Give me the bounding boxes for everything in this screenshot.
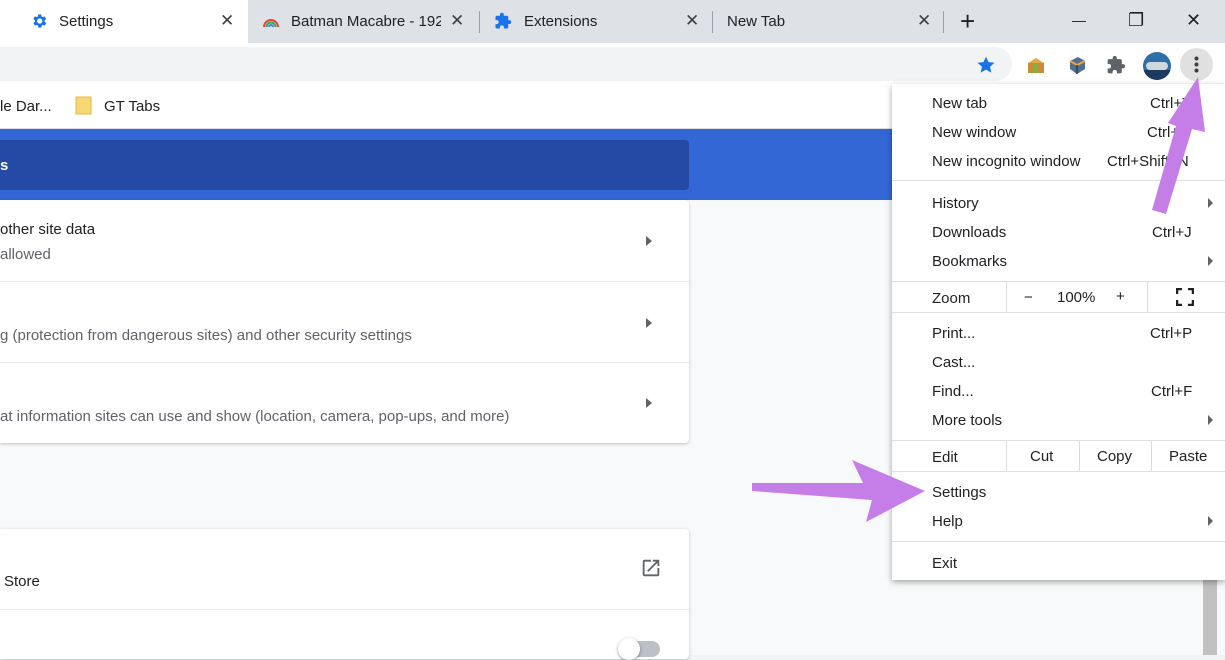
menu-item-history[interactable]: History (932, 195, 979, 212)
submenu-arrow-icon (1208, 516, 1213, 526)
chrome-menu-button[interactable] (1180, 48, 1213, 81)
avatar-image-base (1143, 70, 1171, 80)
row-title: other site data (0, 221, 96, 238)
store-row[interactable]: Store (0, 529, 689, 609)
address-bar[interactable] (0, 47, 1012, 81)
new-tab-button[interactable]: + (960, 6, 975, 36)
menu-item-new-incognito-window[interactable]: New incognito window (932, 153, 1080, 170)
menu-shortcut: Ctrl+Shift+N (1107, 153, 1189, 170)
settings-search-bar[interactable] (0, 140, 689, 190)
avatar-image (1146, 62, 1168, 70)
edit-label: Edit (932, 449, 958, 466)
cell-divider (1079, 441, 1081, 471)
toggle-knob (618, 638, 640, 660)
cell-divider (1151, 441, 1153, 471)
restore-button[interactable]: ❐ (1128, 8, 1144, 32)
tab-extensions[interactable]: Extensions ✕ (480, 0, 713, 43)
close-tab-icon[interactable]: ✕ (685, 10, 699, 32)
site-settings-row[interactable]: at information sites can use and show (l… (0, 363, 689, 443)
cell-divider (1006, 282, 1008, 312)
menu-item-new-tab[interactable]: New tab (932, 95, 987, 112)
submenu-arrow-icon (1208, 198, 1213, 208)
menu-item-exit[interactable]: Exit (932, 555, 957, 572)
folder-icon (75, 96, 92, 115)
cut-button[interactable]: Cut (1030, 448, 1053, 465)
window-close-button[interactable]: ✕ (1186, 8, 1201, 32)
row-subtitle: g (protection from dangerous sites) and … (0, 327, 412, 344)
menu-shortcut: Ctrl+T (1150, 95, 1192, 112)
tab-title: Extensions (524, 13, 598, 30)
menu-shortcut: Ctrl+J (1152, 224, 1192, 241)
menu-item-new-window[interactable]: New window (932, 124, 1016, 141)
chevron-right-icon (646, 318, 652, 328)
three-dots-icon (1194, 56, 1199, 73)
menu-separator (892, 312, 1225, 313)
tab-title: Settings (59, 13, 114, 30)
divider (0, 609, 689, 610)
extensions-puzzle-icon[interactable] (1106, 55, 1126, 75)
bookmark-item[interactable]: le Dar... (0, 98, 52, 115)
menu-item-downloads[interactable]: Downloads (932, 224, 1006, 241)
gear-icon (33, 14, 47, 28)
menu-shortcut: Ctrl+N (1147, 124, 1190, 141)
store-row-label: Store (4, 573, 40, 590)
copy-button[interactable]: Copy (1097, 448, 1132, 465)
tab-separator (943, 11, 944, 33)
submenu-arrow-icon (1208, 415, 1213, 425)
close-tab-icon[interactable]: ✕ (450, 10, 464, 32)
bookmark-folder-gt-tabs[interactable]: GT Tabs (104, 98, 160, 115)
cell-divider (1006, 441, 1008, 471)
menu-item-find[interactable]: Find... (932, 383, 974, 400)
zoom-level: 100% (1057, 289, 1096, 306)
fullscreen-icon[interactable] (1176, 288, 1194, 306)
tab-title: Batman Macabre - 192 (291, 13, 441, 30)
menu-separator (892, 180, 1225, 181)
menu-separator (892, 541, 1225, 542)
close-tab-icon[interactable]: ✕ (220, 10, 234, 32)
menu-item-bookmarks[interactable]: Bookmarks (932, 253, 1007, 270)
extension-cube-icon[interactable] (1066, 54, 1088, 76)
menu-shortcut: Ctrl+P (1150, 325, 1193, 342)
privacy-card: other site data allowed g (protection fr… (0, 200, 689, 443)
menu-item-print[interactable]: Print... (932, 325, 975, 342)
appearance-card: Store (0, 529, 689, 660)
rainbow-favicon-icon (263, 19, 279, 28)
cookies-row[interactable]: other site data allowed (0, 200, 689, 281)
zoom-row: Zoom − 100% + (892, 282, 1225, 312)
tab-settings[interactable]: Settings ✕ (0, 0, 248, 43)
chevron-right-icon (646, 398, 652, 408)
security-row[interactable]: g (protection from dangerous sites) and … (0, 282, 689, 362)
close-tab-icon[interactable]: ✕ (917, 10, 931, 32)
menu-item-more-tools[interactable]: More tools (932, 412, 1002, 429)
minimize-button[interactable]: — (1072, 8, 1086, 32)
open-external-icon[interactable] (640, 557, 662, 579)
row-subtitle: allowed (0, 246, 51, 263)
menu-item-help[interactable]: Help (932, 513, 963, 530)
bookmark-star-icon[interactable] (976, 55, 996, 75)
tab-title: New Tab (727, 13, 786, 30)
zoom-label: Zoom (932, 290, 971, 307)
zoom-out-button[interactable]: − (1024, 289, 1033, 306)
settings-search-text: s (0, 157, 9, 174)
page-scrollbar[interactable] (1203, 580, 1217, 655)
menu-item-cast[interactable]: Cast... (932, 354, 975, 371)
chevron-right-icon (646, 236, 652, 246)
zoom-in-button[interactable]: + (1116, 288, 1125, 305)
tab-batman-macabre[interactable]: Batman Macabre - 192 ✕ (248, 0, 480, 43)
puzzle-icon (495, 12, 512, 29)
extension-box-icon[interactable] (1025, 54, 1047, 76)
cell-divider (1147, 282, 1149, 312)
paste-button[interactable]: Paste (1169, 448, 1207, 465)
tab-new-tab[interactable]: New Tab ✕ (713, 0, 944, 43)
profile-avatar[interactable] (1143, 52, 1171, 80)
menu-separator (892, 471, 1225, 472)
menu-shortcut: Ctrl+F (1151, 383, 1193, 400)
menu-item-settings[interactable]: Settings (932, 484, 986, 501)
row-subtitle: at information sites can use and show (l… (0, 408, 510, 425)
edit-row: Edit Cut Copy Paste (892, 441, 1225, 471)
submenu-arrow-icon (1208, 256, 1213, 266)
